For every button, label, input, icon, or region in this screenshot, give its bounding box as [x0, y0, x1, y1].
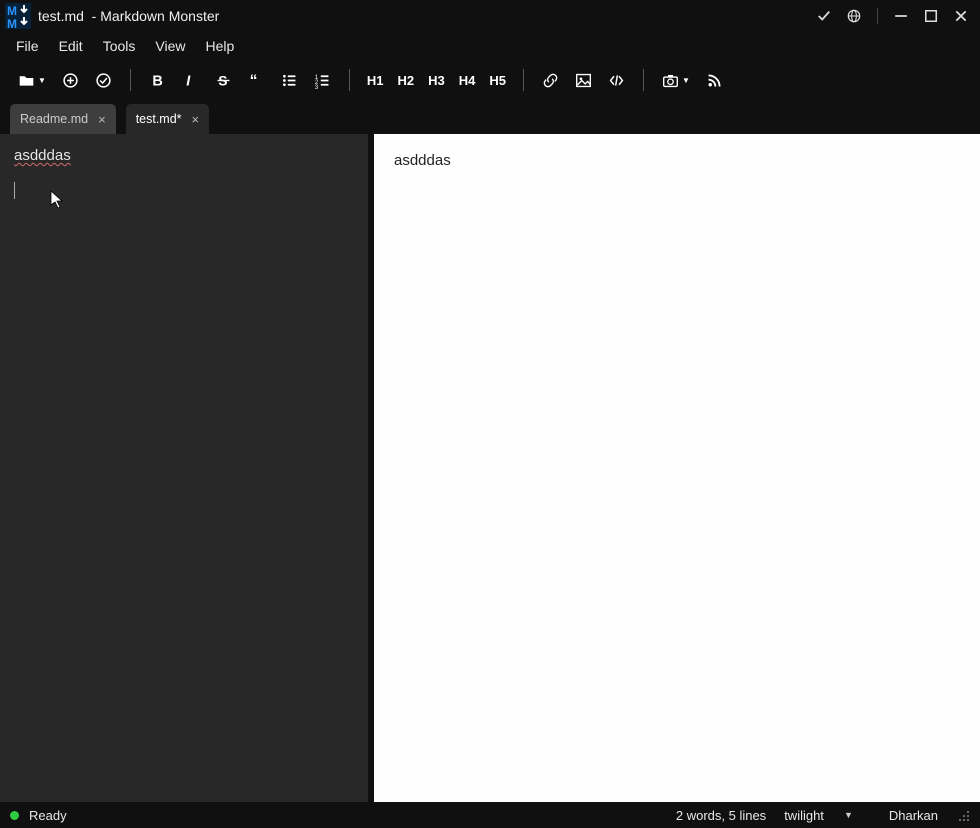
toolbar-separator: [643, 69, 644, 91]
open-file-button[interactable]: ▼: [10, 66, 54, 94]
editor-theme-label: twilight: [784, 808, 824, 823]
tabbar: Readme.md × test.md* ×: [0, 100, 980, 134]
workspace: asdddas asdddas: [0, 134, 980, 802]
link-button[interactable]: [534, 66, 567, 94]
heading4-button[interactable]: H4: [452, 73, 483, 88]
menu-edit[interactable]: Edit: [49, 35, 93, 57]
editor-pane[interactable]: asdddas: [0, 134, 368, 802]
check-icon[interactable]: [817, 9, 831, 23]
toolbar-separator: [130, 69, 131, 91]
tab-close-icon[interactable]: ×: [98, 112, 106, 127]
image-button[interactable]: [567, 66, 600, 94]
bold-button[interactable]: B: [141, 66, 174, 94]
minimize-button[interactable]: [894, 9, 908, 23]
word-line-count: 2 words, 5 lines: [676, 808, 766, 823]
titlebar: MM test.md - Markdown Monster: [0, 0, 980, 32]
globe-icon[interactable]: [847, 9, 861, 23]
window-title-filename: test.md: [38, 8, 84, 24]
status-text: Ready: [29, 808, 67, 823]
app-logo-icon: MM: [4, 2, 32, 30]
heading1-button[interactable]: H1: [360, 73, 391, 88]
toolbar: ▼ B I S “ 123 H1 H2 H3 H4 H5 ▼: [0, 60, 980, 100]
tab-readme[interactable]: Readme.md ×: [10, 104, 116, 134]
separator-icon: [877, 8, 878, 24]
window-title-separator: -: [84, 8, 100, 24]
menu-file[interactable]: File: [6, 35, 49, 57]
svg-text:I: I: [186, 73, 191, 88]
svg-text:3: 3: [315, 85, 319, 89]
tab-label: test.md*: [136, 112, 182, 126]
svg-text:“: “: [250, 72, 258, 88]
statusbar: Ready 2 words, 5 lines twilight ▼ Dharka…: [0, 802, 980, 828]
preview-theme-label: Dharkan: [889, 808, 938, 823]
svg-text:M: M: [7, 17, 17, 30]
menu-view[interactable]: View: [145, 35, 195, 57]
preview-pane: asdddas: [374, 134, 980, 802]
chevron-down-icon: ▼: [38, 76, 46, 85]
screenshot-button[interactable]: ▼: [654, 66, 698, 94]
bullet-list-button[interactable]: [273, 66, 306, 94]
menu-help[interactable]: Help: [195, 35, 244, 57]
preview-wrapper: asdddas: [368, 134, 980, 802]
code-button[interactable]: [600, 66, 633, 94]
quote-button[interactable]: “: [240, 66, 273, 94]
svg-text:M: M: [7, 4, 17, 18]
heading5-button[interactable]: H5: [482, 73, 513, 88]
tab-test[interactable]: test.md* ×: [126, 104, 209, 134]
italic-button[interactable]: I: [174, 66, 207, 94]
text-cursor: [14, 182, 15, 199]
tab-label: Readme.md: [20, 112, 88, 126]
heading3-button[interactable]: H3: [421, 73, 452, 88]
window-title-appname: Markdown Monster: [100, 8, 219, 24]
chevron-down-icon: ▼: [844, 810, 853, 820]
rss-button[interactable]: [698, 66, 731, 94]
tab-close-icon[interactable]: ×: [192, 112, 200, 127]
close-button[interactable]: [954, 9, 968, 23]
menubar: File Edit Tools View Help: [0, 32, 980, 60]
mouse-pointer-icon: [50, 190, 64, 210]
maximize-button[interactable]: [924, 9, 938, 23]
status-indicator-icon: [10, 811, 19, 820]
menu-tools[interactable]: Tools: [93, 35, 146, 57]
chevron-down-icon: ▼: [682, 76, 690, 85]
strikethrough-button[interactable]: S: [207, 66, 240, 94]
resize-grip-icon[interactable]: [956, 808, 970, 822]
heading2-button[interactable]: H2: [391, 73, 422, 88]
numbered-list-button[interactable]: 123: [306, 66, 339, 94]
preview-text: asdddas: [394, 152, 451, 169]
new-file-button[interactable]: [54, 66, 87, 94]
save-button[interactable]: [87, 66, 120, 94]
editor-theme-selector[interactable]: twilight ▼: [766, 808, 871, 823]
editor-text-spellcheck[interactable]: asdddas: [14, 147, 71, 164]
svg-text:B: B: [152, 73, 162, 88]
toolbar-separator: [523, 69, 524, 91]
toolbar-separator: [349, 69, 350, 91]
preview-theme-selector[interactable]: Dharkan: [871, 808, 956, 823]
